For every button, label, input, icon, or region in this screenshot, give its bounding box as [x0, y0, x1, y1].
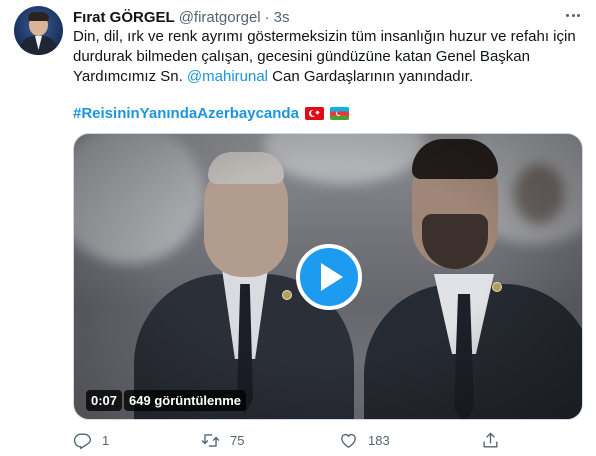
tweet-text-after: Can Gardaşlarının yanındadır. — [268, 68, 474, 85]
more-dot-icon — [566, 13, 570, 17]
play-button[interactable] — [296, 244, 362, 310]
more-dot-icon — [576, 13, 580, 17]
play-icon — [321, 263, 343, 291]
more-options-button[interactable] — [562, 6, 584, 24]
avatar-hair — [28, 12, 49, 21]
share-button[interactable] — [481, 428, 500, 452]
video-duration: 0:07 — [86, 390, 123, 411]
video-view-count: 649 görüntülenme — [124, 390, 246, 411]
reply-icon — [73, 432, 92, 449]
hashtag-link[interactable]: #ReisininYanındaAzerbaycanda — [73, 105, 299, 122]
turkey-flag-icon — [304, 106, 324, 120]
heart-icon — [341, 433, 356, 448]
hashtag-line: #ReisininYanındaAzerbaycanda — [73, 103, 349, 123]
azerbaijan-flag-icon — [329, 106, 349, 120]
tweet[interactable]: Fırat GÖRGEL @firatgorgel · 3s Din, dil,… — [0, 0, 596, 456]
reply-count: 1 — [102, 432, 110, 448]
author-name[interactable]: Fırat GÖRGEL — [73, 9, 175, 26]
mention-link[interactable]: @mahirunal — [187, 68, 268, 85]
share-icon — [483, 432, 498, 448]
retweet-count: 75 — [230, 432, 245, 448]
reply-button[interactable]: 1 — [73, 428, 109, 452]
tweet-actions: 1 75 183 — [73, 428, 543, 452]
more-dot-icon — [571, 13, 575, 17]
retweet-button[interactable]: 75 — [201, 428, 244, 452]
separator-dot: · — [264, 8, 270, 26]
avatar[interactable] — [14, 6, 63, 55]
like-button[interactable]: 183 — [339, 428, 390, 452]
author-handle[interactable]: @firatgorgel — [179, 9, 261, 26]
tweet-text: Din, dil, ırk ve renk ayrımı göstermeksi… — [73, 27, 583, 87]
tweet-timestamp[interactable]: 3s — [274, 9, 290, 26]
tweet-header: Fırat GÖRGEL @firatgorgel · 3s — [73, 7, 289, 27]
retweet-icon — [201, 433, 220, 447]
video-player[interactable]: 0:07 649 görüntülenme — [73, 133, 583, 420]
video-stats: 0:07 649 görüntülenme — [86, 390, 246, 411]
like-count: 183 — [368, 432, 390, 448]
